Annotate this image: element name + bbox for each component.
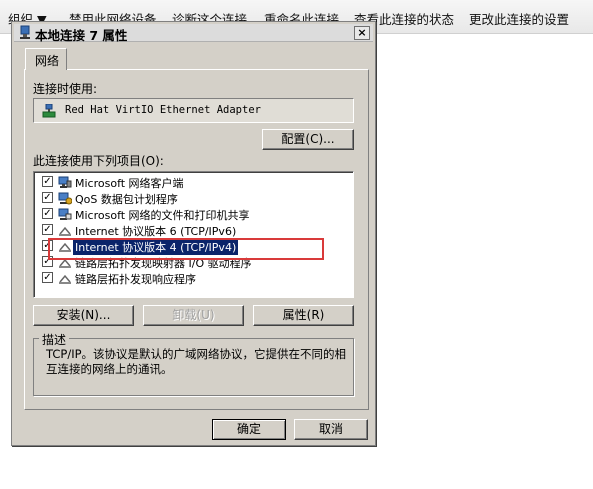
protocol-icon (59, 242, 71, 252)
install-button[interactable]: 安装(N)... (33, 305, 134, 326)
qos-scheduler-icon (58, 192, 72, 205)
item-label: Microsoft 网络的文件和打印机共享 (75, 209, 250, 222)
list-item[interactable]: ✓ Microsoft 网络的文件和打印机共享 (38, 206, 348, 222)
list-item[interactable]: ✓ QoS 数据包计划程序 (38, 190, 348, 206)
items-label: 此连接使用下列项目(O): (33, 154, 164, 168)
connection-properties-dialog: 本地连接 7 属性 × 网络 连接时使用: Red Hat VirtIO Eth… (11, 21, 376, 446)
network-connection-icon (20, 25, 30, 39)
description-title: 描述 (39, 331, 70, 348)
item-checkbox[interactable]: ✓ (42, 192, 53, 203)
list-item-selected[interactable]: ✓ Internet 协议版本 4 (TCP/IPv4) (38, 238, 348, 255)
tab-network[interactable]: 网络 (25, 48, 67, 70)
item-label: Internet 协议版本 4 (TCP/IPv4) (73, 239, 239, 255)
cancel-button[interactable]: 取消 (294, 419, 368, 440)
item-label: QoS 数据包计划程序 (75, 193, 178, 206)
list-item[interactable]: ✓ 链路层拓扑发现映射器 I/O 驱动程序 (38, 254, 348, 270)
item-checkbox[interactable]: ✓ (42, 272, 53, 283)
configure-button[interactable]: 配置(C)... (262, 129, 354, 150)
item-label: Internet 协议版本 6 (TCP/IPv6) (75, 225, 237, 238)
adapter-field: Red Hat VirtIO Ethernet Adapter (33, 98, 354, 123)
network-adapter-icon (42, 104, 56, 118)
description-text: TCP/IP。该协议是默认的广域网络协议，它提供在不同的相互连接的网络上的通讯。 (46, 347, 347, 376)
list-item[interactable]: ✓ 链路层拓扑发现响应程序 (38, 270, 348, 286)
item-checkbox[interactable]: ✓ (42, 240, 53, 251)
file-printer-sharing-icon (58, 208, 72, 220)
network-client-icon (58, 176, 72, 188)
protocol-icon (59, 258, 71, 268)
connect-using-label: 连接时使用: (33, 82, 98, 96)
protocol-icon (59, 274, 71, 284)
tab-network-label: 网络 (35, 54, 60, 68)
dialog-title: 本地连接 7 属性 (35, 28, 128, 43)
item-checkbox[interactable]: ✓ (42, 256, 53, 267)
item-label: 链路层拓扑发现响应程序 (75, 273, 196, 286)
item-checkbox[interactable]: ✓ (42, 176, 53, 187)
uninstall-button: 卸载(U) (143, 305, 244, 326)
change-settings-button[interactable]: 更改此连接的设置 (469, 9, 569, 28)
adapter-name: Red Hat VirtIO Ethernet Adapter (65, 104, 261, 116)
ok-button[interactable]: 确定 (212, 419, 286, 440)
properties-button[interactable]: 属性(R) (253, 305, 354, 326)
list-item[interactable]: ✓ Internet 协议版本 6 (TCP/IPv6) (38, 222, 348, 238)
item-checkbox[interactable]: ✓ (42, 224, 53, 235)
item-label: Microsoft 网络客户端 (75, 177, 184, 190)
components-list[interactable]: ✓ Microsoft 网络客户端 ✓ QoS 数据包计划程序 ✓ Micros… (33, 171, 354, 298)
dialog-titlebar[interactable]: 本地连接 7 属性 × (14, 24, 373, 43)
list-item[interactable]: ✓ Microsoft 网络客户端 (38, 174, 348, 190)
protocol-icon (59, 226, 71, 236)
close-button[interactable]: × (354, 26, 370, 40)
item-checkbox[interactable]: ✓ (42, 208, 53, 219)
item-label: 链路层拓扑发现映射器 I/O 驱动程序 (75, 257, 252, 270)
